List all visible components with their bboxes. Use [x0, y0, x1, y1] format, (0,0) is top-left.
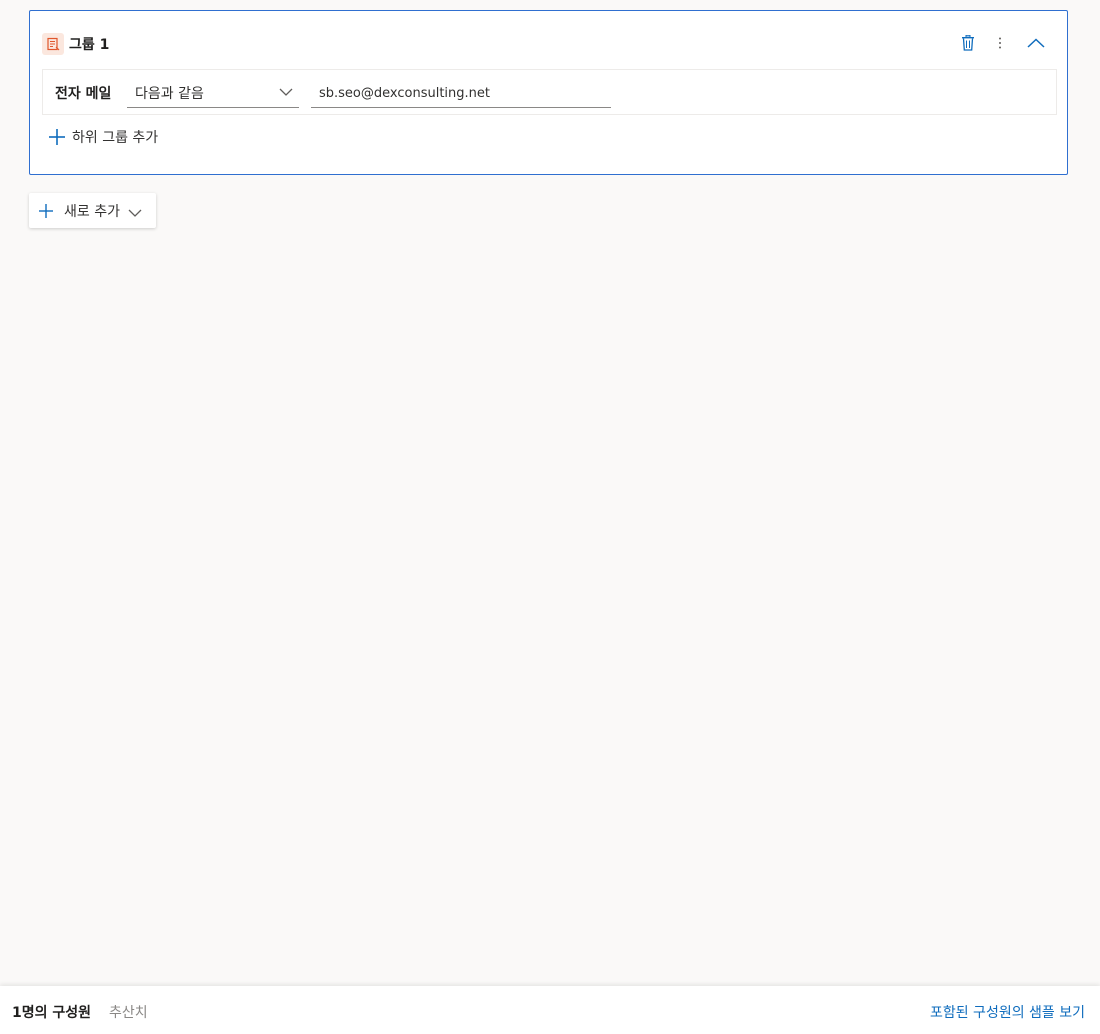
group-header: 그룹 1	[42, 32, 109, 56]
add-new-label: 새로 추가	[64, 203, 120, 220]
group-card: 그룹 1 전자 메일 다음과 같음 sb.seo@dexconsulting.n…	[29, 10, 1068, 175]
member-count: 1명의 구성원	[12, 1005, 92, 1021]
operator-value: 다음과 같음	[135, 86, 204, 102]
rule-row: 전자 메일 다음과 같음	[42, 69, 1057, 115]
add-new-button[interactable]: 새로 추가	[29, 193, 156, 228]
chevron-down-icon	[279, 85, 293, 101]
plus-icon	[48, 128, 66, 146]
trash-icon[interactable]	[956, 31, 980, 55]
group-title: 그룹 1	[69, 37, 110, 53]
add-subgroup-label: 하위 그룹 추가	[72, 130, 159, 146]
footer-bar: 1명의 구성원 추산치 포함된 구성원의 샘플 보기	[0, 986, 1100, 1034]
rules-document-icon	[42, 33, 64, 55]
email-value-input[interactable]	[311, 80, 611, 108]
add-subgroup-button[interactable]: 하위 그룹 추가	[48, 127, 158, 147]
chevron-down-icon	[128, 208, 142, 218]
rule-field-label: 전자 메일	[55, 86, 112, 102]
more-vertical-icon[interactable]	[988, 31, 1012, 55]
estimate-label: 추산치	[109, 1005, 148, 1021]
chevron-up-icon[interactable]	[1024, 31, 1048, 55]
operator-dropdown[interactable]: 다음과 같음	[127, 78, 299, 108]
plus-icon	[38, 203, 54, 219]
view-sample-members-link[interactable]: 포함된 구성원의 샘플 보기	[930, 1002, 1085, 1022]
